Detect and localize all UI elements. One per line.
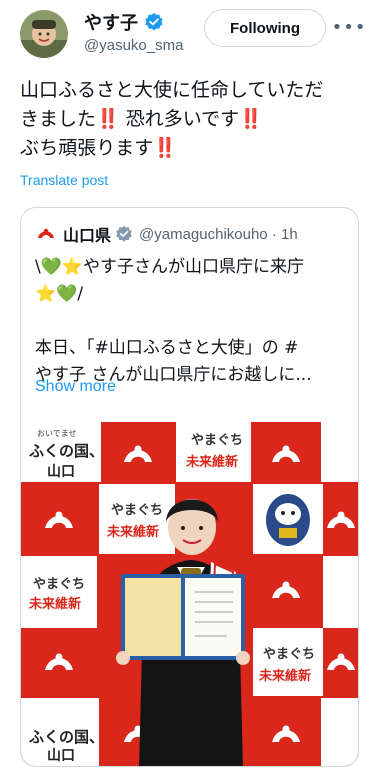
quoted-display-name[interactable]: 山口県 (63, 222, 111, 246)
tweet-line: きました‼️ 恐れ多いです‼️ (20, 108, 263, 130)
quoted-line: \💚⭐やす子さんが山口県庁に来庁 (35, 257, 305, 277)
verified-gray-icon (116, 225, 132, 242)
photo-yamaguchi-text: やまぐち (263, 647, 315, 662)
photo-mirai-text: 未来維新 (258, 668, 311, 684)
photo-banner-text: 山口 (47, 464, 75, 480)
verified-badge-icon (145, 12, 163, 31)
photo-small-text: おいでませ (37, 429, 77, 438)
photo-yamaguchi-text: やまぐち (33, 577, 85, 592)
show-more-link[interactable]: Show more (35, 378, 116, 396)
avatar[interactable] (20, 10, 68, 58)
quoted-text: \💚⭐やす子さんが山口県庁に来庁 ⭐💚/ 本日、「#山口ふるさと大使」の # や… (35, 254, 355, 389)
quoted-tweet-card[interactable]: 山口県 @yamaguchikouho · 1h \💚⭐やす子さんが山口県庁に来… (20, 207, 359, 767)
tweet-text: 山口ふるさと大使に任命していただ きました‼️ 恐れ多いです‼️ ぶち頑張ります… (20, 76, 364, 163)
photo-mirai-text: 未来維新 (28, 596, 81, 612)
quoted-line (35, 308, 355, 335)
author-handle[interactable]: @yasuko_sma (84, 37, 196, 54)
translate-post-link[interactable]: Translate post (20, 172, 108, 188)
photo-mirai-text: 未来維新 (106, 524, 159, 540)
display-name[interactable]: やす子 (84, 9, 138, 35)
tweet-line: ぶち頑張ります‼️ (20, 137, 177, 159)
tweet-header: やす子 @yasuko_sma Following ••• (0, 0, 375, 64)
photo-yamaguchi-text: やまぐち (111, 503, 163, 518)
yamaguchi-logo-icon (35, 223, 57, 245)
photo-banner-text: ふくの国、 (29, 728, 104, 746)
attached-photo[interactable]: おいでませ ふくの国、 山口 やまぐち 未来維新 やまぐち 未来維新 やまぐち … (21, 422, 358, 766)
quoted-handle-time[interactable]: @yamaguchikouho · 1h (139, 226, 298, 243)
more-options-icon[interactable]: ••• (332, 16, 366, 38)
photo-banner-text: 山口 (47, 748, 75, 764)
photo-mirai-text: 未来維新 (185, 454, 238, 470)
display-name-row[interactable]: やす子 (84, 9, 164, 35)
tweet-line: 山口ふるさと大使に任命していただ (20, 79, 324, 101)
photo-yamaguchi-text: やまぐち (191, 433, 243, 448)
quoted-line: ⭐💚/ (35, 284, 84, 304)
quoted-line: 本日、「#山口ふるさと大使」の # (35, 338, 299, 358)
following-button[interactable]: Following (204, 9, 326, 47)
quoted-header: 山口県 @yamaguchikouho · 1h (35, 222, 298, 246)
photo-banner-text: ふくの国、 (29, 442, 104, 460)
